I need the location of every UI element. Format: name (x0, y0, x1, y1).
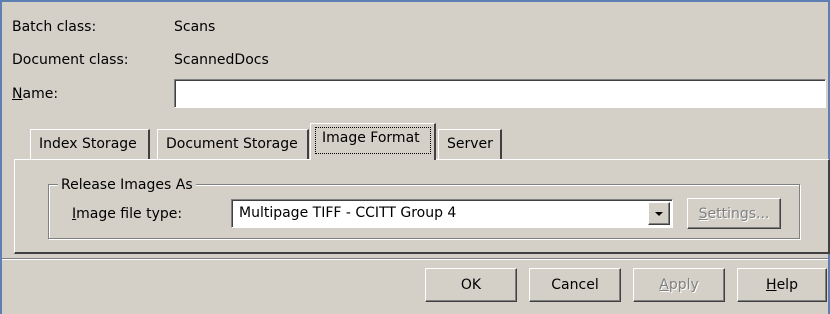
apply-mnemonic: A (659, 277, 669, 293)
apply-label-rest: pply (668, 277, 699, 293)
image-file-type-label-rest: mage file type: (76, 206, 183, 222)
ok-button[interactable]: OK (425, 268, 517, 302)
tab-image-format[interactable]: Image Format (310, 123, 436, 160)
tab-index-storage[interactable]: Index Storage (30, 129, 150, 160)
ok-label: OK (460, 277, 482, 293)
name-label-rest: ame: (22, 86, 59, 102)
help-label: Help (738, 277, 826, 293)
tab-label: Index Storage (39, 136, 137, 152)
batch-class-label: Batch class: (12, 19, 97, 35)
separator (2, 258, 828, 260)
tab-label: Document Storage (166, 136, 298, 152)
document-class-value: ScannedDocs (174, 52, 269, 68)
help-mnemonic: H (766, 277, 777, 293)
image-file-type-select[interactable]: Multipage TIFF - CCITT Group 4 (231, 199, 673, 228)
tab-document-storage[interactable]: Document Storage (157, 129, 309, 160)
apply-button[interactable]: Apply (633, 268, 725, 302)
tab-label: Server (447, 136, 493, 152)
name-label: Name: (12, 86, 58, 102)
name-input[interactable] (174, 79, 826, 108)
group-title: Release Images As (58, 177, 196, 193)
chevron-down-icon (655, 212, 663, 216)
help-button[interactable]: Help (737, 268, 827, 302)
settings-mnemonic: S (698, 205, 708, 222)
settings-label-rest: ettings... (707, 205, 770, 222)
tab-label: Image Format (322, 130, 420, 146)
tab-server[interactable]: Server (438, 129, 502, 160)
selected-value: Multipage TIFF - CCITT Group 4 (239, 205, 457, 221)
help-label-rest: elp (776, 277, 798, 293)
document-class-label: Document class: (12, 52, 129, 68)
cancel-button[interactable]: Cancel (529, 268, 621, 302)
dropdown-button[interactable] (648, 202, 670, 225)
settings-label: Settings... (688, 206, 780, 222)
cancel-label: Cancel (551, 277, 599, 293)
release-setup-dialog: Batch class: Scans Document class: Scann… (0, 0, 830, 314)
image-file-type-label: Image file type: (72, 206, 182, 222)
settings-button[interactable]: Settings... (687, 198, 781, 229)
apply-label: Apply (634, 277, 724, 293)
batch-class-value: Scans (174, 19, 216, 35)
name-label-mnemonic: N (12, 86, 23, 102)
